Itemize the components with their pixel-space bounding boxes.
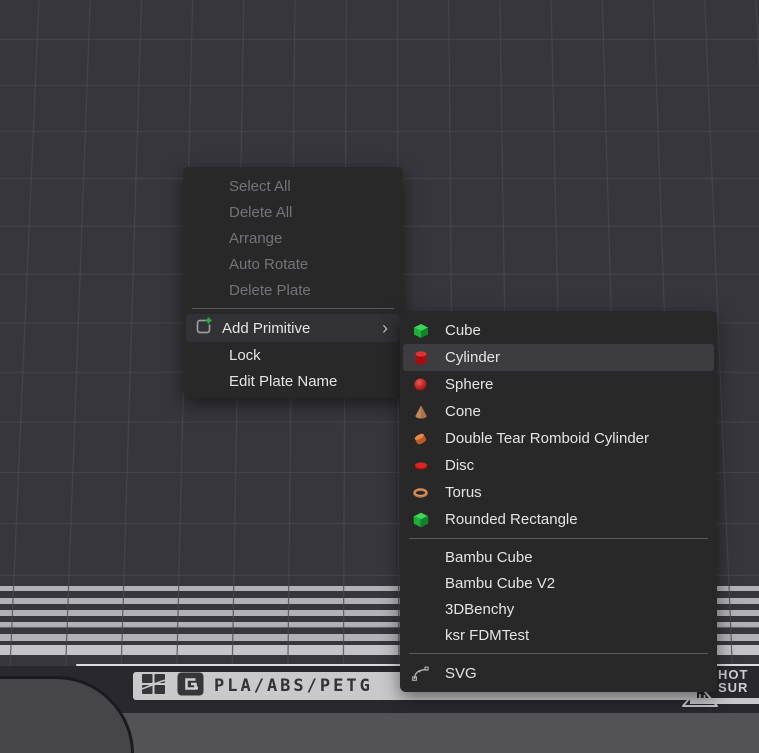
submenu-item-label: Rounded Rectangle	[445, 511, 578, 528]
submenu-item-3dbenchy[interactable]: 3DBenchy	[400, 596, 717, 622]
submenu-item-bambu-cube-v2[interactable]: Bambu Cube V2	[400, 570, 717, 596]
double-tear-romboid-cylinder-icon	[412, 432, 429, 446]
menu-item-label: Add Primitive	[222, 320, 310, 337]
sphere-icon	[412, 377, 429, 392]
menu-item-arrange[interactable]: Arrange	[183, 225, 403, 251]
submenu-item-label: Cube	[445, 322, 481, 339]
submenu-item-label: Disc	[445, 457, 474, 474]
submenu-item-label: Torus	[445, 484, 482, 501]
bezier-curve-icon	[412, 665, 429, 682]
submenu-item-torus[interactable]: Torus	[400, 479, 717, 506]
cone-icon	[412, 404, 429, 420]
add-primitive-icon	[194, 317, 213, 340]
menu-separator	[192, 308, 394, 309]
submenu-item-label: SVG	[445, 665, 477, 682]
submenu-item-cube[interactable]: Cube	[400, 317, 717, 344]
torus-icon	[412, 487, 429, 499]
menu-item-lock[interactable]: Lock	[183, 342, 403, 368]
submenu-item-cylinder[interactable]: Cylinder	[403, 344, 714, 371]
menu-item-delete-plate[interactable]: Delete Plate	[183, 277, 403, 303]
submenu-separator	[409, 538, 708, 539]
submenu-item-label: Cone	[445, 403, 481, 420]
plate-context-menu: Select All Delete All Arrange Auto Rotat…	[183, 167, 403, 398]
3d-viewport[interactable]: PLA/ABS/PETG HOT SUR Select All Delete A…	[0, 0, 759, 753]
a1-logo-icon	[177, 672, 204, 701]
submenu-item-ksr-fdmtest[interactable]: ksr FDMTest	[400, 622, 717, 648]
submenu-item-sphere[interactable]: Sphere	[400, 371, 717, 398]
cylinder-icon	[412, 350, 429, 366]
submenu-item-disc[interactable]: Disc	[400, 452, 717, 479]
menu-item-delete-all[interactable]: Delete All	[183, 199, 403, 225]
menu-item-auto-rotate[interactable]: Auto Rotate	[183, 251, 403, 277]
submenu-item-svg[interactable]: SVG	[400, 659, 717, 687]
submenu-item-label: Cylinder	[445, 349, 500, 366]
disc-icon	[412, 460, 429, 472]
menu-item-edit-plate-name[interactable]: Edit Plate Name	[183, 368, 403, 394]
submenu-item-double-tear-romboid-cylinder[interactable]: Double Tear Romboid Cylinder	[400, 425, 717, 452]
chevron-right-icon: ›	[382, 319, 388, 337]
menu-item-add-primitive[interactable]: Add Primitive ›	[186, 314, 400, 342]
submenu-item-label: Double Tear Romboid Cylinder	[445, 430, 649, 447]
submenu-item-rounded-rectangle[interactable]: Rounded Rectangle	[400, 506, 717, 533]
bambu-logo-icon	[141, 673, 167, 700]
submenu-separator	[409, 653, 708, 654]
hot-surface-warning-text: HOT SUR	[718, 668, 759, 694]
rounded-rectangle-icon	[412, 512, 429, 528]
cube-icon	[412, 323, 429, 339]
menu-item-select-all[interactable]: Select All	[183, 173, 403, 199]
submenu-item-cone[interactable]: Cone	[400, 398, 717, 425]
submenu-item-label: Sphere	[445, 376, 493, 393]
submenu-item-bambu-cube[interactable]: Bambu Cube	[400, 544, 717, 570]
add-primitive-submenu: Cube Cylinder Sphere	[400, 311, 717, 692]
plate-material-text: PLA/ABS/PETG	[214, 676, 373, 696]
